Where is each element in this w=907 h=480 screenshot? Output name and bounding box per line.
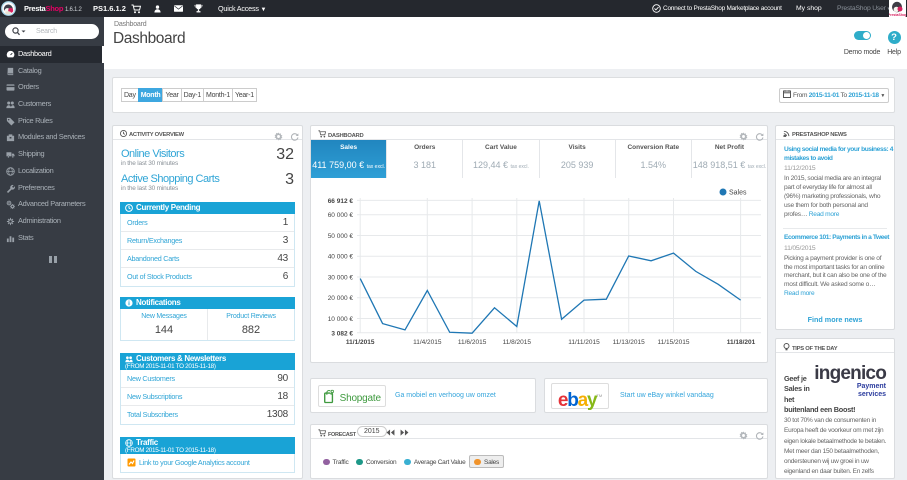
svg-text:20 000 €: 20 000 € bbox=[328, 295, 354, 302]
svg-text:PrestaShop: PrestaShop bbox=[889, 13, 906, 17]
svg-text:30 000 €: 30 000 € bbox=[328, 275, 354, 282]
svg-text:11/6/2015: 11/6/2015 bbox=[458, 339, 487, 346]
svg-text:11/4/2015: 11/4/2015 bbox=[413, 339, 442, 346]
svg-text:11/8/2015: 11/8/2015 bbox=[503, 339, 532, 346]
svg-text:60 000 €: 60 000 € bbox=[328, 212, 354, 219]
svg-text:66 912 €: 66 912 € bbox=[328, 198, 354, 205]
svg-text:Sales: Sales bbox=[729, 190, 747, 197]
svg-text:3 082 €: 3 082 € bbox=[331, 330, 353, 337]
svg-text:50 000 €: 50 000 € bbox=[328, 233, 354, 240]
svg-text:11/11/2015: 11/11/2015 bbox=[568, 339, 600, 346]
svg-text:11/15/2015: 11/15/2015 bbox=[657, 339, 689, 346]
svg-text:11/1/2015: 11/1/2015 bbox=[346, 339, 375, 346]
svg-text:40 000 €: 40 000 € bbox=[328, 254, 354, 261]
svg-text:11/13/2015: 11/13/2015 bbox=[613, 339, 645, 346]
svg-text:11/18/201: 11/18/201 bbox=[727, 339, 756, 346]
svg-text:10 000 €: 10 000 € bbox=[328, 316, 354, 323]
